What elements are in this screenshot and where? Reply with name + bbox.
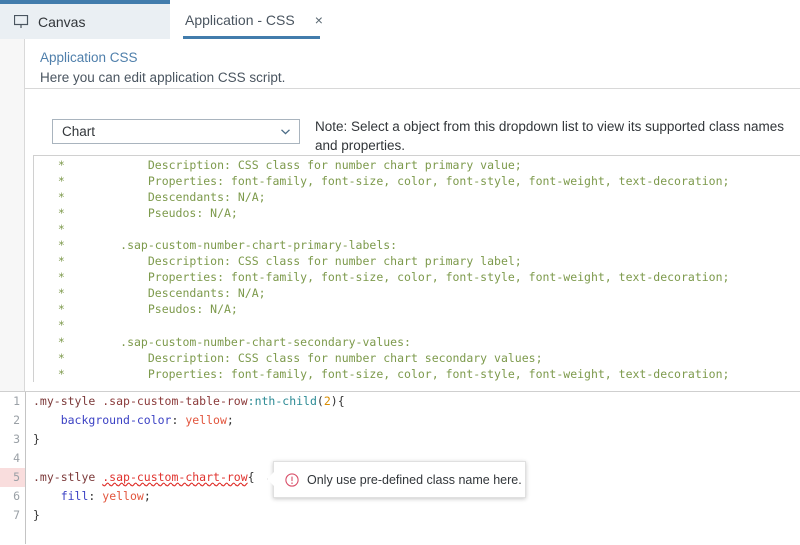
gutter-line-number: 7 bbox=[13, 508, 20, 522]
page-title: Application CSS bbox=[40, 50, 138, 65]
canvas-monitor-icon bbox=[14, 14, 29, 29]
code-token: ) bbox=[330, 394, 338, 408]
page-subtitle: Here you can edit application CSS script… bbox=[40, 70, 286, 85]
code-token: ; bbox=[143, 489, 151, 503]
gutter-line-number: 3 bbox=[13, 432, 20, 446]
gutter-line-number: 5 bbox=[0, 468, 25, 487]
gutter-line-number: 4 bbox=[13, 451, 20, 465]
code-token: ; bbox=[226, 413, 234, 427]
doc-line: * Descendants: N/A; bbox=[44, 286, 266, 301]
doc-line: * Properties: font-family, font-size, co… bbox=[44, 174, 730, 189]
doc-line: * Description: CSS class for number char… bbox=[44, 158, 522, 172]
code-token: yellow bbox=[185, 413, 227, 427]
code-token: .sap-custom-chart-row bbox=[102, 470, 248, 484]
doc-line: * Description: CSS class for number char… bbox=[44, 254, 522, 269]
gutter-line-number: 1 bbox=[13, 394, 20, 408]
doc-line: * bbox=[44, 222, 65, 237]
code-token: { bbox=[247, 470, 255, 484]
doc-line: * Pseudos: N/A; bbox=[44, 302, 238, 317]
code-line[interactable]: } bbox=[27, 430, 800, 449]
code-line[interactable]: } bbox=[27, 506, 800, 525]
editor-gutter: 1 2 3 4 5 6 7 bbox=[0, 392, 26, 545]
tab-application-css-label: Application - CSS bbox=[185, 11, 295, 28]
code-line[interactable]: background-color: yellow; bbox=[27, 411, 800, 430]
doc-line: * Properties: font-family, font-size, co… bbox=[44, 270, 730, 285]
code-token: .my-style bbox=[33, 394, 96, 408]
panel-header: Application CSS Here you can edit applic… bbox=[25, 39, 800, 89]
doc-line: * Properties: font-family, font-size, co… bbox=[44, 366, 730, 381]
error-circle-icon bbox=[285, 472, 299, 487]
selector-note: Note: Select a object from this dropdown… bbox=[315, 119, 784, 153]
doc-line: * Pseudos: N/A; bbox=[44, 206, 238, 221]
code-token: : bbox=[88, 489, 103, 503]
code-token: yellow bbox=[102, 489, 144, 503]
validation-tooltip-text: Only use pre-defined class name here. bbox=[307, 472, 522, 487]
close-icon[interactable]: × bbox=[315, 13, 323, 27]
code-token: { bbox=[337, 394, 345, 408]
tab-canvas-label: Canvas bbox=[38, 13, 86, 30]
css-documentation-text: * Description: CSS class for number char… bbox=[34, 156, 800, 382]
code-token: } bbox=[33, 508, 40, 522]
doc-line: * .sap-custom-number-chart-secondary-val… bbox=[44, 334, 411, 349]
tab-canvas[interactable]: Canvas bbox=[0, 0, 170, 39]
code-token: } bbox=[33, 432, 40, 446]
doc-line: * Description: CSS class for number char… bbox=[44, 350, 543, 365]
application-css-editor: Canvas Application - CSS × Application C… bbox=[0, 0, 800, 545]
object-select-value: Chart bbox=[62, 124, 96, 139]
doc-line: * .sap-custom-number-chart-primary-label… bbox=[44, 238, 398, 253]
tab-bar: Canvas Application - CSS × bbox=[0, 0, 800, 39]
doc-line: * Descendants: N/A; bbox=[44, 190, 266, 205]
object-select[interactable]: Chart bbox=[52, 119, 300, 144]
tab-application-css[interactable]: Application - CSS × bbox=[170, 0, 333, 39]
code-token: .sap-custom-table-row bbox=[102, 394, 248, 408]
doc-line: * bbox=[44, 318, 65, 333]
code-line[interactable]: .my-style .sap-custom-table-row:nth-chil… bbox=[27, 392, 800, 411]
code-token: 2 bbox=[323, 394, 331, 408]
css-documentation-pane[interactable]: * Description: CSS class for number char… bbox=[33, 155, 800, 382]
code-token: .my-stlye bbox=[33, 470, 96, 484]
code-token: ( bbox=[316, 394, 324, 408]
gutter-line-number: 6 bbox=[13, 489, 20, 503]
gutter-line-number: 2 bbox=[13, 413, 20, 427]
code-token: background-color bbox=[60, 413, 172, 427]
selector-row: Chart Note: Select a object from this dr… bbox=[25, 90, 800, 158]
code-token: :nth-child bbox=[247, 394, 317, 408]
code-token: : bbox=[171, 413, 186, 427]
code-token: fill bbox=[60, 489, 89, 503]
chevron-down-icon[interactable] bbox=[279, 125, 292, 138]
validation-tooltip: Only use pre-defined class name here. bbox=[273, 461, 526, 498]
